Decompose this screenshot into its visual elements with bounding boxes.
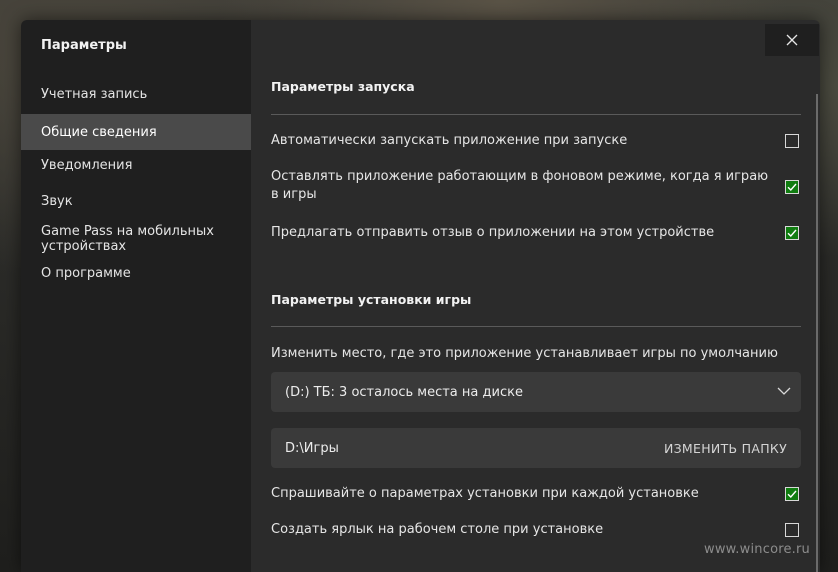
option-ask-install-label: Спрашивайте о параметрах установки при к…	[271, 486, 699, 501]
sidebar-item-sound[interactable]: Звук	[21, 189, 251, 213]
sidebar: Параметры Учетная запись Общие сведения …	[21, 20, 251, 572]
sidebar-item-label: Уведомления	[41, 157, 133, 173]
sidebar-item-notifications[interactable]: Уведомления	[21, 153, 251, 177]
sidebar-item-label: Game Pass на мобильных устройствах	[41, 224, 214, 254]
sidebar-item-label: Общие сведения	[41, 124, 157, 140]
checkmark-icon	[787, 490, 797, 499]
install-section-title: Параметры установки игры	[271, 292, 472, 307]
drive-select-value: (D:) ТБ: 3 осталось места на диске	[285, 384, 523, 400]
option-background-checkbox[interactable]	[785, 180, 799, 194]
sidebar-item-label: Звук	[41, 193, 73, 209]
close-button[interactable]	[765, 24, 819, 56]
main-panel: Параметры запуска Автоматически запускат…	[251, 20, 820, 572]
settings-window: Параметры Учетная запись Общие сведения …	[21, 20, 820, 572]
option-ask-install-checkbox[interactable]	[785, 487, 799, 501]
sidebar-item-about[interactable]: О программе	[21, 261, 251, 285]
divider	[271, 114, 801, 115]
option-feedback-label: Предлагать отправить отзыв о приложении …	[271, 225, 715, 240]
option-desktop-shortcut-checkbox[interactable]	[785, 523, 799, 537]
option-background-label: Оставлять приложение работающим в фоново…	[271, 169, 769, 202]
watermark: www.wincore.ru	[704, 542, 810, 557]
sidebar-item-account[interactable]: Учетная запись	[21, 82, 251, 106]
option-feedback-checkbox[interactable]	[785, 226, 799, 240]
drive-select[interactable]: (D:) ТБ: 3 осталось места на диске	[271, 372, 801, 412]
change-folder-button[interactable]: ИЗМЕНИТЬ ПАПКУ	[664, 428, 787, 468]
sidebar-item-game-pass-mobile[interactable]: Game Pass на мобильных устройствах	[21, 222, 251, 256]
divider	[271, 326, 801, 327]
option-autostart-checkbox[interactable]	[785, 134, 799, 148]
sidebar-title: Параметры	[41, 38, 127, 53]
checkmark-icon	[787, 229, 797, 238]
close-icon	[786, 34, 798, 46]
sidebar-item-label: О программе	[41, 265, 131, 281]
option-autostart-label: Автоматически запускать приложение при з…	[271, 133, 628, 148]
folder-path-value: D:\Игры	[285, 440, 339, 456]
install-location-label: Изменить место, где это приложение устан…	[271, 346, 778, 361]
launch-section-title: Параметры запуска	[271, 79, 415, 94]
option-desktop-shortcut-label: Создать ярлык на рабочем столе при устан…	[271, 522, 604, 537]
checkmark-icon	[787, 183, 797, 192]
folder-path-field: D:\Игры ИЗМЕНИТЬ ПАПКУ	[271, 428, 801, 468]
sidebar-item-general[interactable]: Общие сведения	[21, 114, 251, 150]
sidebar-item-label: Учетная запись	[41, 86, 148, 102]
chevron-down-icon	[777, 387, 791, 395]
scrollbar[interactable]	[816, 94, 818, 572]
